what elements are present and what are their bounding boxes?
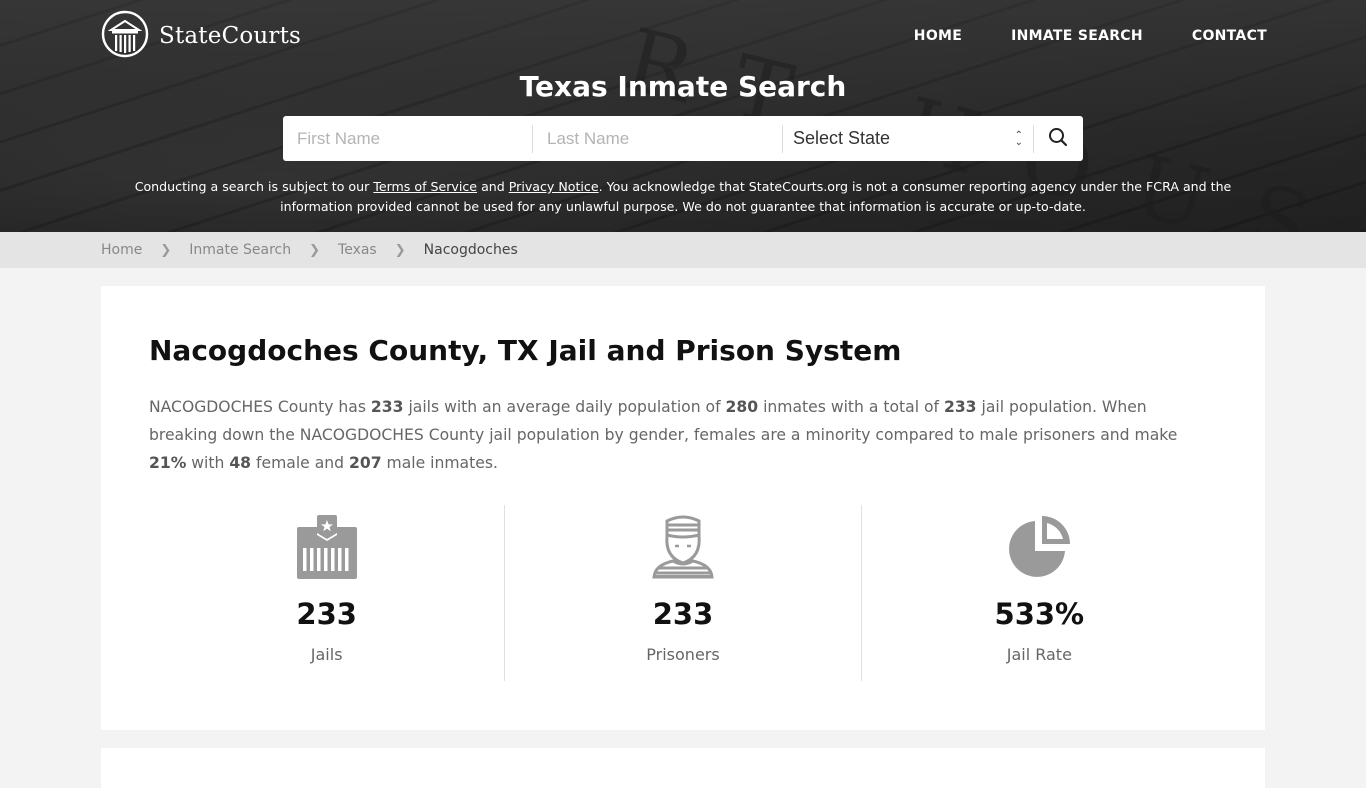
next-section-card [101, 748, 1265, 788]
jails-count: 233 [370, 398, 404, 416]
search-button[interactable] [1034, 125, 1082, 153]
inmate-search-form: Select State ⌃⌄ [283, 116, 1083, 161]
stats-row: 233 Jails 233 Prisoners 533% Jail Rate [149, 505, 1217, 681]
stat-prisoners: 233 Prisoners [504, 505, 860, 681]
pie-chart-icon [862, 515, 1217, 579]
breadcrumb-texas[interactable]: Texas [338, 242, 377, 258]
county-overview-card: Nacogdoches County, TX Jail and Prison S… [101, 286, 1265, 730]
page-hero-title: Texas Inmate Search [519, 70, 847, 103]
chevron-right-icon: ❯ [160, 242, 172, 258]
stat-value: 533% [994, 597, 1085, 631]
stat-value: 233 [296, 597, 357, 631]
breadcrumb-inmate-search[interactable]: Inmate Search [189, 242, 291, 258]
breadcrumb: Home ❯ Inmate Search ❯ Texas ❯ Nacogdoch… [0, 232, 1366, 268]
top-navigation-bar: StateCourts HOME INMATE SEARCH CONTACT [101, 10, 1267, 62]
breadcrumb-current: Nacogdoches [423, 242, 518, 258]
breadcrumb-home[interactable]: Home [101, 242, 142, 258]
stat-jail-rate: 533% Jail Rate [860, 505, 1217, 681]
chevron-right-icon: ❯ [394, 242, 406, 258]
hero-banner: RT HOUSE StateCourts HOME INMATE SEARCH [0, 0, 1366, 232]
summary-text: NACOGDOCHES County has [149, 398, 371, 416]
county-summary: NACOGDOCHES County has 233 jails with an… [149, 393, 1217, 477]
courthouse-logo-icon [101, 10, 149, 62]
main-nav: HOME INMATE SEARCH CONTACT [865, 28, 1267, 44]
total-population: 233 [943, 398, 977, 416]
stat-label: Jails [310, 645, 343, 664]
female-percentage: 21% [149, 454, 187, 472]
state-select-value: Select State [793, 128, 891, 148]
male-count: 207 [349, 454, 382, 472]
nav-home[interactable]: HOME [914, 28, 962, 44]
search-icon [1048, 127, 1068, 151]
summary-text: jails with an average daily population o… [403, 398, 726, 416]
stat-value: 233 [652, 597, 714, 631]
privacy-notice-link[interactable]: Privacy Notice [509, 179, 599, 194]
state-select[interactable]: Select State ⌃ ⌄ [783, 125, 1033, 153]
female-count: 48 [229, 454, 252, 472]
nav-contact[interactable]: CONTACT [1192, 28, 1267, 44]
first-name-input[interactable] [283, 124, 532, 153]
summary-text: with [186, 454, 230, 472]
summary-text: female and [251, 454, 349, 472]
average-daily-population: 280 [725, 398, 759, 416]
chevron-right-icon: ❯ [309, 242, 321, 258]
nav-inmate-search[interactable]: INMATE SEARCH [1011, 28, 1143, 44]
search-disclaimer: Conducting a search is subject to our Te… [120, 177, 1246, 217]
logo-text: StateCourts [159, 23, 302, 49]
summary-text: male inmates. [381, 454, 498, 472]
stat-jails: 233 Jails [149, 505, 504, 681]
site-logo[interactable]: StateCourts [101, 10, 301, 62]
jail-building-icon [149, 515, 504, 579]
disclaimer-text: Conducting a search is subject to our [134, 179, 374, 194]
stat-label: Prisoners [646, 645, 720, 664]
page-title: Nacogdoches County, TX Jail and Prison S… [149, 334, 902, 367]
summary-text: inmates with a total of [758, 398, 944, 416]
prisoner-icon [505, 515, 860, 579]
select-arrows-icon: ⌃ ⌄ [1014, 129, 1023, 148]
last-name-input[interactable] [533, 124, 782, 153]
disclaimer-text: and [477, 179, 509, 194]
stat-label: Jail Rate [1006, 645, 1072, 664]
terms-of-service-link[interactable]: Terms of Service [373, 179, 477, 194]
